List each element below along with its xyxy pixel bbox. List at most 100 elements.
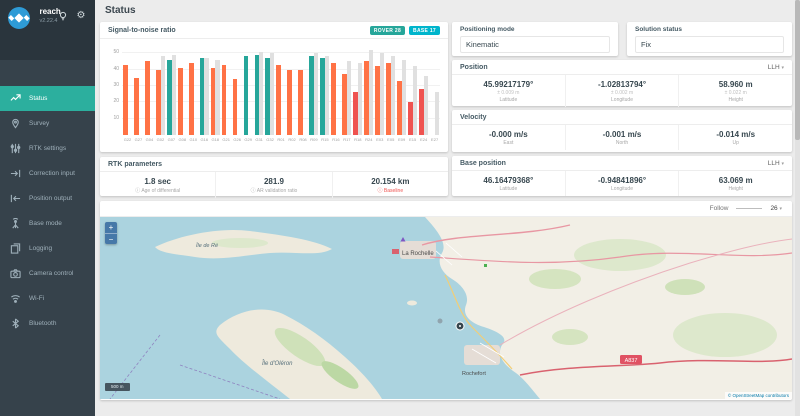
snr-base-bar <box>435 92 439 135</box>
snr-bar-group <box>177 45 188 135</box>
snr-x-tick-label: G29 <box>243 137 254 142</box>
snr-base-bar <box>204 58 208 135</box>
sidebar-item-label: Status <box>29 95 47 102</box>
logging-icon <box>10 243 21 254</box>
rtk-parameters-card: RTK parameters 1.8 secⓘ Age of different… <box>100 157 448 196</box>
snr-bar-group <box>418 45 429 135</box>
chevron-down-icon: ▾ <box>779 206 782 212</box>
snr-rover-bar <box>145 61 150 135</box>
snr-x-tick-label: G08 <box>177 137 188 142</box>
sidebar-item-wi-fi[interactable]: Wi-Fi <box>0 286 95 311</box>
map-canvas[interactable]: A837 La Rochelle Île de Ré Île d'Oléron … <box>100 217 792 399</box>
velocity-stats: -0.000 m/sEast-0.001 m/sNorth-0.014 m/sU… <box>452 125 792 150</box>
map-secondary-dot <box>438 319 443 324</box>
snr-base-bar <box>413 66 417 135</box>
snr-x-tick-label: R01 <box>276 137 287 142</box>
velocity-label: North <box>568 140 677 146</box>
snr-bar-group <box>352 45 363 135</box>
base-position-value: 46.16479368° <box>454 176 563 185</box>
base-position-format-dropdown[interactable]: LLH ▾ <box>768 160 784 167</box>
snr-x-tick-label: R17 <box>341 137 352 142</box>
snr-rover-bar <box>189 63 194 135</box>
positioning-mode-value: Kinematic <box>460 36 610 53</box>
scrollbar-thumb[interactable] <box>795 0 800 140</box>
chevron-down-icon: ▾ <box>781 161 784 167</box>
sidebar: reach v2.22.4 ⚙ StatusSurveyRTK settings… <box>0 0 95 416</box>
sidebar-item-bluetooth[interactable]: Bluetooth <box>0 311 95 336</box>
status-icon <box>10 93 21 104</box>
rtk-stat: 281.9ⓘ AR validation ratio <box>215 172 331 198</box>
snr-base-bar <box>402 60 406 135</box>
snr-x-tick-label: G04 <box>144 137 155 142</box>
map-island-north-label: Île de Ré <box>196 242 218 249</box>
follow-toggle[interactable] <box>736 208 762 209</box>
snr-bar-group <box>144 45 155 135</box>
satellite-icon <box>8 7 30 29</box>
snr-base-bar <box>391 56 395 135</box>
snr-rover-bar <box>276 65 281 135</box>
chevron-down-icon: ▾ <box>781 65 784 71</box>
map-toolbar: Follow 26 ▾ <box>100 201 792 217</box>
sidebar-item-status[interactable]: Status <box>0 86 95 111</box>
zoom-in-button[interactable]: + <box>105 222 117 233</box>
velocity-value: -0.000 m/s <box>454 130 563 139</box>
arrow-out-icon <box>10 193 21 204</box>
zoom-out-button[interactable]: − <box>105 233 117 244</box>
position-precision: ± 0.022 m <box>681 90 790 96</box>
snr-bar-group <box>308 45 319 135</box>
device-avatar <box>8 7 30 29</box>
snr-bar-group <box>385 45 396 135</box>
snr-x-tick-label: R08 <box>298 137 309 142</box>
sidebar-item-base-mode[interactable]: Base mode <box>0 211 95 236</box>
sidebar-item-position-output[interactable]: Position output <box>0 186 95 211</box>
page-scrollbar[interactable] <box>795 0 800 416</box>
snr-x-tick-label: E27 <box>429 137 440 142</box>
snr-y-tick-label: 20 <box>108 98 119 104</box>
snr-x-tick-label: R24 <box>363 137 374 142</box>
map-road-ref-label: A837 <box>625 358 638 364</box>
position-label: Latitude <box>454 97 563 103</box>
sidebar-item-camera-control[interactable]: Camera control <box>0 261 95 286</box>
velocity-stat: -0.000 m/sEast <box>452 125 565 150</box>
snr-bar-group <box>166 45 177 135</box>
position-card: Position LLH ▾ 45.99217179°± 0.009 mLati… <box>452 60 792 106</box>
velocity-value: -0.014 m/s <box>681 130 790 139</box>
sidebar-item-rtk-settings[interactable]: RTK settings <box>0 136 95 161</box>
snr-y-tick-label: 40 <box>108 66 119 72</box>
sidebar-item-label: Wi-Fi <box>29 295 44 302</box>
snr-x-tick-label: G02 <box>155 137 166 142</box>
snr-bar-group <box>363 45 374 135</box>
settings-gear-icon[interactable]: ⚙ <box>75 10 87 22</box>
sidebar-item-label: Camera control <box>29 270 73 277</box>
snr-rover-bar <box>178 68 183 135</box>
rtk-label: ⓘ Baseline <box>335 187 446 194</box>
led-indicator-icon[interactable] <box>57 10 69 22</box>
snr-rover-bar <box>331 63 336 135</box>
snr-bar-group <box>319 45 330 135</box>
base-position-label: Latitude <box>454 186 563 192</box>
snr-rover-bar <box>342 74 347 135</box>
snr-base-bar <box>380 53 384 135</box>
sidebar-item-logging[interactable]: Logging <box>0 236 95 261</box>
rtk-label: ⓘ Age of differential <box>102 187 213 194</box>
position-format-dropdown[interactable]: LLH ▾ <box>768 64 784 71</box>
snr-rover-bar <box>419 89 424 135</box>
map-zoom-dropdown[interactable]: 26 ▾ <box>770 205 782 212</box>
velocity-label: East <box>454 140 563 146</box>
base-position-stat: -0.94841896°Longitude <box>565 171 679 196</box>
snr-base-bar <box>347 61 351 135</box>
snr-rover-bar <box>167 60 172 135</box>
snr-x-tick-label: G18 <box>210 137 221 142</box>
sidebar-item-survey[interactable]: Survey <box>0 111 95 136</box>
snr-x-tick-label: G10 <box>188 137 199 142</box>
snr-bar-group <box>210 45 221 135</box>
rtk-parameters-stats: 1.8 secⓘ Age of differential281.9ⓘ AR va… <box>100 172 448 198</box>
positioning-mode-card: Positioning mode Kinematic <box>452 22 618 56</box>
snr-x-tick-label: R02 <box>287 137 298 142</box>
sidebar-item-correction-input[interactable]: Correction input <box>0 161 95 186</box>
map-island-south-label: Île d'Oléron <box>262 360 293 367</box>
snr-x-tick-label: E03 <box>374 137 385 142</box>
snr-x-tick-label: R18 <box>352 137 363 142</box>
info-icon: ⓘ <box>135 188 141 194</box>
snr-bar-group <box>287 45 298 135</box>
